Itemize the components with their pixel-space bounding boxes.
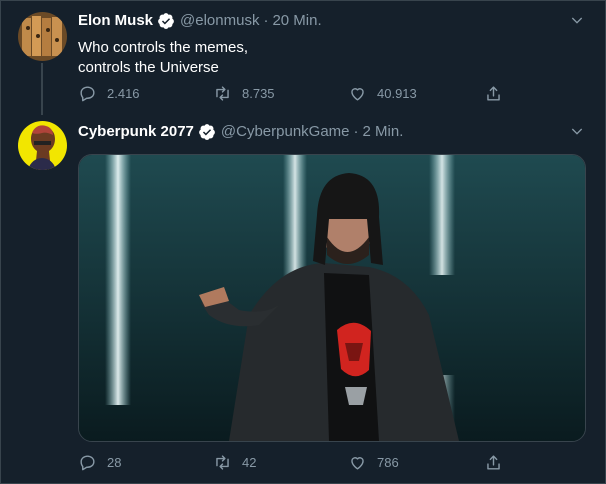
verified-badge-icon — [158, 13, 174, 29]
retweet-icon — [216, 85, 229, 101]
like-button[interactable]: 40.913 — [348, 83, 417, 103]
avatar[interactable] — [18, 12, 67, 61]
media-scene — [79, 155, 585, 441]
avatar-image — [18, 121, 67, 170]
tweet-header: Cyberpunk 2077 @CyberpunkGame · 2 Min. — [78, 122, 403, 142]
like-icon — [351, 456, 364, 470]
like-count: 40.913 — [377, 85, 417, 101]
separator-dot: · — [353, 123, 359, 140]
reply-icon — [80, 85, 95, 101]
retweet-button[interactable]: 42 — [213, 452, 256, 472]
reply-count: 2.416 — [107, 85, 140, 101]
share-icon — [487, 454, 500, 470]
tweet-elonmusk[interactable]: Elon Musk @elonmusk · 20 Min. Who contro… — [0, 0, 606, 115]
tweet-header: Elon Musk @elonmusk · 20 Min. — [78, 11, 322, 31]
share-icon — [487, 85, 500, 101]
retweet-icon — [216, 454, 229, 470]
retweet-count: 42 — [242, 454, 257, 470]
like-icon — [351, 87, 364, 101]
avatar-image — [18, 12, 67, 61]
author-name[interactable]: Elon Musk — [78, 11, 153, 31]
avatar[interactable] — [18, 121, 67, 170]
author-name[interactable]: Cyberpunk 2077 — [78, 122, 194, 142]
tweet-media-image[interactable] — [78, 154, 586, 442]
reply-icon — [80, 454, 95, 470]
author-handle[interactable]: @CyberpunkGame — [221, 122, 350, 142]
reply-button[interactable]: 28 — [78, 452, 121, 472]
chevron-down-icon[interactable] — [569, 123, 585, 139]
tweet-timestamp[interactable]: 2 Min. — [363, 122, 404, 142]
retweet-button[interactable]: 8.735 — [213, 83, 275, 103]
author-handle[interactable]: @elonmusk — [180, 11, 259, 31]
retweet-count: 8.735 — [242, 85, 275, 101]
verified-badge-icon — [199, 124, 215, 140]
share-button[interactable] — [484, 452, 513, 472]
share-button[interactable] — [484, 83, 513, 103]
thread-connector — [41, 63, 43, 115]
tweet-timestamp[interactable]: 20 Min. — [272, 11, 321, 31]
separator-dot: · — [263, 12, 269, 29]
chevron-down-icon[interactable] — [569, 12, 585, 28]
tweet-text: Who controls the memes, controls the Uni… — [78, 39, 249, 76]
like-count: 786 — [377, 454, 399, 470]
reply-button[interactable]: 2.416 — [78, 83, 140, 103]
reply-count: 28 — [107, 454, 122, 470]
like-button[interactable]: 786 — [348, 452, 399, 472]
